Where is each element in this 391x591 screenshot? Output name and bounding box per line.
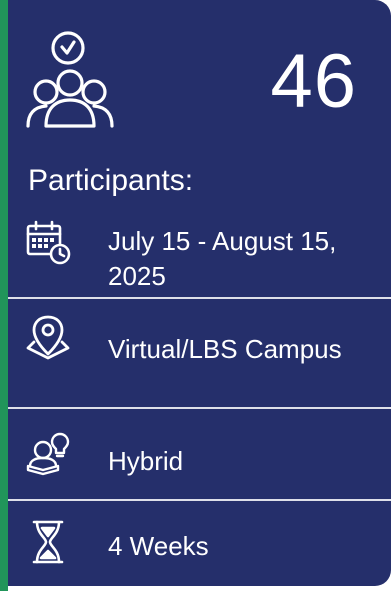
location-pin-icon bbox=[24, 312, 72, 360]
duration-row: 4 Weeks bbox=[8, 500, 391, 586]
participant-count: 46 bbox=[270, 39, 357, 124]
hourglass-icon bbox=[24, 518, 72, 566]
reader-lightbulb-icon bbox=[24, 430, 72, 478]
date-range: July 15 - August 15, 2025 bbox=[108, 224, 368, 294]
page: 46 Participants: July 15 - August 15, 20… bbox=[0, 0, 391, 591]
date-line-2: 2025 bbox=[108, 261, 166, 292]
duration-text: 4 Weeks bbox=[108, 531, 209, 561]
format-row: Hybrid bbox=[8, 408, 391, 500]
participants-label: Participants: bbox=[28, 164, 194, 197]
calendar-clock-icon bbox=[24, 218, 72, 266]
left-accent-bar bbox=[0, 0, 8, 591]
location-row: Virtual/LBS Campus bbox=[8, 298, 391, 410]
date-line-1: July 15 - August 15, bbox=[108, 226, 337, 256]
location-text: Virtual/LBS Campus bbox=[108, 334, 342, 364]
info-card: 46 Participants: July 15 - August 15, 20… bbox=[8, 0, 391, 586]
group-clock-icon bbox=[24, 28, 116, 132]
format-text: Hybrid bbox=[108, 446, 184, 476]
date-row: July 15 - August 15, 2025 bbox=[8, 210, 391, 302]
